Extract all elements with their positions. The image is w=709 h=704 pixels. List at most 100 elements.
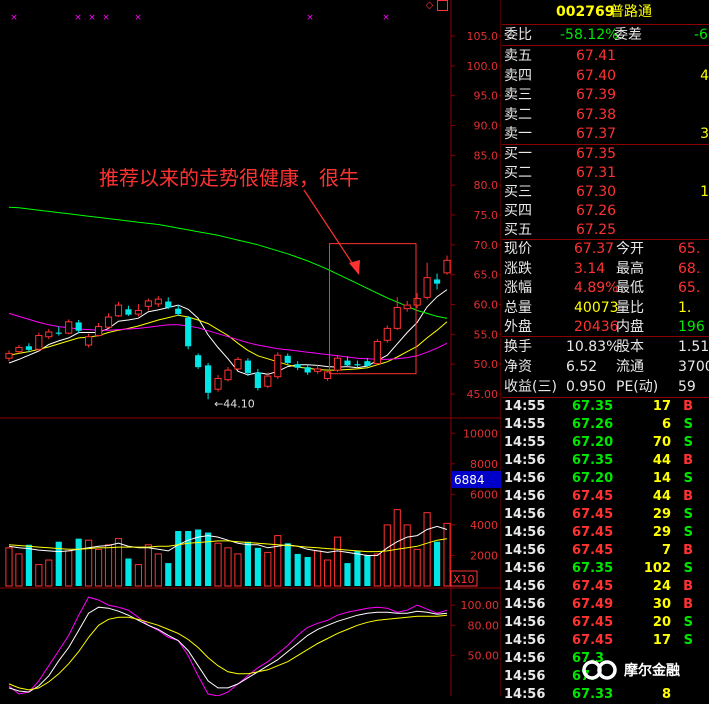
volume-bar — [443, 522, 451, 587]
price-tick-label: 95.0 — [474, 90, 499, 103]
trade-row: 14:56 67.45 29 S — [502, 506, 709, 524]
trade-row: 14:56 67.45 17 S — [502, 632, 709, 650]
trade-side: S — [683, 417, 693, 432]
trade-price: 67.35 — [572, 561, 614, 576]
trade-volume: 6 — [661, 417, 671, 432]
volume-bar — [154, 553, 162, 587]
price-ma-line-1 — [8, 289, 448, 376]
stat-value: 68. — [678, 260, 701, 277]
share-row-2: 净资 6.52 流通 3700 — [502, 357, 709, 377]
stat-label: 涨跌 — [504, 260, 532, 277]
candle-body — [75, 322, 82, 331]
price-tick-label: 85.0 — [474, 149, 499, 162]
candle-body — [65, 321, 73, 334]
volume-bar — [214, 542, 222, 587]
ask-label: 卖四 — [504, 67, 532, 84]
ask-level-1: 卖五 67.41 — [502, 46, 709, 66]
trade-price: 67.45 — [572, 615, 614, 630]
price-tick-label: 75.0 — [474, 209, 499, 222]
candle-body — [45, 331, 53, 338]
candle-body — [5, 352, 13, 359]
candle-body — [284, 355, 291, 363]
candle-body — [224, 369, 232, 381]
stat-value: 65. — [678, 241, 701, 257]
window-icon[interactable] — [437, 0, 448, 11]
trade-row: 14:56 67.45 7 B — [502, 542, 709, 560]
bid-level-4: 买四 67.26 — [502, 201, 709, 221]
trade-side: S — [683, 525, 693, 540]
candle-body — [314, 368, 322, 372]
volume-bar — [433, 541, 441, 586]
kline-chart-area[interactable]: 105.0 100.0 95.0 90.0 85.0 80.0 75.0 70.0 65.0 60… — [0, 0, 502, 697]
candle-body — [244, 360, 251, 374]
event-marker: × — [306, 13, 314, 23]
candle-body — [403, 304, 411, 310]
bid-label: 买二 — [504, 165, 532, 181]
stat-value: 40073 — [574, 299, 619, 316]
candle-body — [354, 364, 361, 366]
candle-body — [274, 354, 282, 378]
trade-price: 67.35 — [572, 399, 614, 414]
trade-side: S — [683, 471, 693, 486]
candle-body — [383, 327, 391, 341]
stat-label: 收益(三) — [504, 379, 557, 395]
price-tick-label: 80.0 — [474, 179, 499, 192]
kline-chart-svg[interactable]: 105.0 100.0 95.0 90.0 85.0 80.0 75.0 70.0 65.0 60… — [0, 0, 502, 697]
restore-icon[interactable]: ◇ — [424, 0, 435, 11]
volume-tick-label: 6000 — [470, 488, 498, 501]
volume-bar — [65, 550, 73, 587]
trade-row: 14:55 67.35 17 B — [502, 398, 709, 416]
candle-body — [114, 304, 123, 317]
stat-label: 最高 — [616, 260, 644, 277]
trade-side: S — [683, 435, 693, 450]
annotation-arrow-line — [303, 189, 355, 267]
event-marker: × — [134, 13, 142, 23]
trade-time: 14:56 — [504, 453, 546, 468]
price-tick-label: 105.0 — [467, 30, 499, 43]
ask-level-4: 卖二 67.38 — [502, 105, 709, 125]
volume-bar — [333, 536, 342, 587]
stat-label: 今开 — [616, 241, 644, 257]
candle-body — [254, 372, 261, 389]
candle-body — [94, 326, 103, 337]
volume-bar — [144, 544, 152, 587]
trade-row: 14:56 67.45 44 B — [502, 488, 709, 506]
trade-volume: 17 — [652, 633, 671, 648]
volume-bar — [104, 544, 113, 587]
stat-row-4: 总量 40073 量比 1. — [502, 298, 709, 318]
candle-body — [393, 306, 401, 329]
trade-row: 14:56 67.45 20 S — [502, 614, 709, 632]
trade-row: 14:55 67.20 70 S — [502, 434, 709, 452]
stat-row-1: 现价 67.37 今开 65. — [502, 239, 709, 259]
trade-side: B — [683, 579, 693, 594]
candle-body — [55, 332, 62, 334]
watermark: 摩尔金融 — [580, 652, 709, 688]
ask-level-5: 卖一 67.37 3 — [502, 124, 709, 144]
trade-side: B — [683, 543, 693, 558]
ask-volume: 3 — [700, 126, 709, 143]
volume-tick-label: 4000 — [470, 519, 498, 532]
candle-body — [413, 298, 421, 306]
volume-bar — [25, 544, 32, 586]
ask-label: 卖五 — [504, 48, 532, 64]
trade-volume: 44 — [652, 453, 671, 468]
volume-bar — [383, 524, 391, 587]
volume-cursor-value: 6884 — [454, 473, 485, 487]
weibi-row: 委比 -58.12% 委差 -6 — [502, 25, 709, 45]
bid-level-2: 买二 67.31 — [502, 163, 709, 183]
stat-value: 20436 — [574, 319, 619, 335]
trade-volume: 30 — [652, 597, 671, 612]
price-tick-label: 90.0 — [474, 120, 499, 133]
trade-time: 14:56 — [504, 579, 546, 594]
candle-body — [35, 335, 43, 350]
ask-price: 67.38 — [576, 106, 617, 123]
trade-time: 14:56 — [504, 651, 546, 666]
candle-body — [104, 316, 113, 328]
candle-body — [423, 277, 431, 298]
candle-body — [264, 375, 272, 387]
stock-header: 002769 普路通 — [502, 2, 709, 22]
trade-volume: 20 — [652, 615, 671, 630]
trade-row: 14:56 67.35 44 B — [502, 452, 709, 470]
candle-body — [85, 336, 93, 346]
trade-volume: 102 — [643, 561, 671, 576]
